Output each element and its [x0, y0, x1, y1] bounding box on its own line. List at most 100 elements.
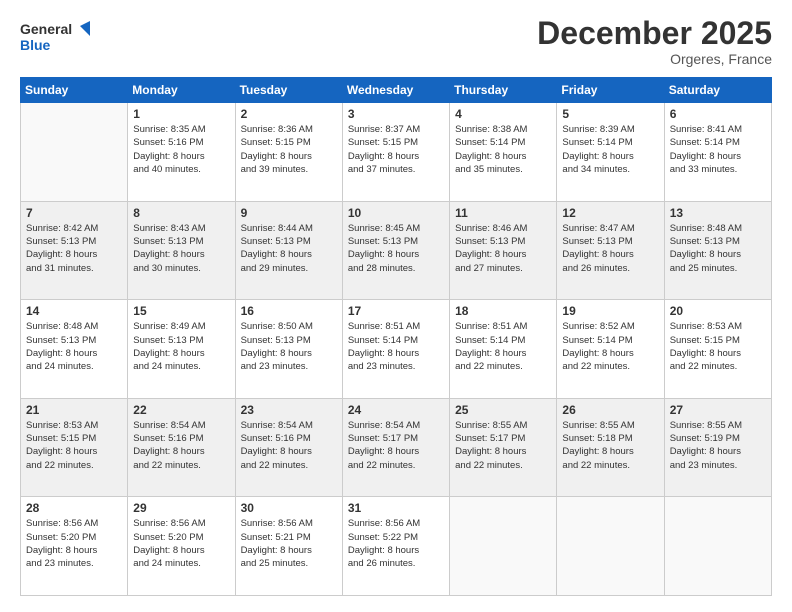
day-info: Sunrise: 8:49 AMSunset: 5:13 PMDaylight:… [133, 320, 229, 373]
day-info: Sunrise: 8:54 AMSunset: 5:17 PMDaylight:… [348, 419, 444, 472]
table-row [557, 497, 664, 596]
day-number: 16 [241, 304, 337, 318]
calendar-header-row: Sunday Monday Tuesday Wednesday Thursday… [21, 78, 772, 103]
day-number: 26 [562, 403, 658, 417]
svg-text:General: General [20, 21, 72, 37]
table-row: 12Sunrise: 8:47 AMSunset: 5:13 PMDayligh… [557, 201, 664, 300]
table-row: 10 Sunrise: 8:45 AMSunset: 5:13 PMDayligh… [342, 201, 449, 300]
day-info: Sunrise: 8:39 AMSunset: 5:14 PMDaylight:… [562, 123, 658, 176]
day-number: 1 [133, 107, 229, 121]
table-row: 9 Sunrise: 8:44 AMSunset: 5:13 PMDaylight… [235, 201, 342, 300]
table-row: 16 Sunrise: 8:50 AMSunset: 5:13 PMDayligh… [235, 300, 342, 399]
day-number: 14 [26, 304, 122, 318]
table-row: 2Sunrise: 8:36 AMSunset: 5:15 PMDaylight… [235, 103, 342, 202]
day-number: 24 [348, 403, 444, 417]
page: General Blue December 2025 Orgeres, Fran… [0, 0, 792, 612]
calendar-week-row: 1 Sunrise: 8:35 AMSunset: 5:16 PMDaylight… [21, 103, 772, 202]
table-row: 29Sunrise: 8:56 AMSunset: 5:20 PMDayligh… [128, 497, 235, 596]
day-number: 27 [670, 403, 766, 417]
svg-text:Blue: Blue [20, 37, 51, 53]
day-info: Sunrise: 8:37 AMSunset: 5:15 PMDaylight:… [348, 123, 444, 176]
day-number: 25 [455, 403, 551, 417]
table-row [21, 103, 128, 202]
table-row: 18 Sunrise: 8:51 AMSunset: 5:14 PMDayligh… [450, 300, 557, 399]
day-info: Sunrise: 8:54 AMSunset: 5:16 PMDaylight:… [133, 419, 229, 472]
day-number: 13 [670, 206, 766, 220]
day-number: 6 [670, 107, 766, 121]
col-tuesday: Tuesday [235, 78, 342, 103]
table-row: 1 Sunrise: 8:35 AMSunset: 5:16 PMDaylight… [128, 103, 235, 202]
table-row: 5Sunrise: 8:39 AMSunset: 5:14 PMDaylight… [557, 103, 664, 202]
col-thursday: Thursday [450, 78, 557, 103]
day-info: Sunrise: 8:55 AMSunset: 5:18 PMDaylight:… [562, 419, 658, 472]
table-row: 25 Sunrise: 8:55 AMSunset: 5:17 PMDayligh… [450, 398, 557, 497]
day-info: Sunrise: 8:44 AMSunset: 5:13 PMDaylight:… [241, 222, 337, 275]
day-number: 22 [133, 403, 229, 417]
col-monday: Monday [128, 78, 235, 103]
day-info: Sunrise: 8:35 AMSunset: 5:16 PMDaylight:… [133, 123, 229, 176]
calendar-week-row: 21Sunrise: 8:53 AMSunset: 5:15 PMDayligh… [21, 398, 772, 497]
day-number: 7 [26, 206, 122, 220]
col-friday: Friday [557, 78, 664, 103]
day-info: Sunrise: 8:55 AMSunset: 5:19 PMDaylight:… [670, 419, 766, 472]
day-number: 9 [241, 206, 337, 220]
day-info: Sunrise: 8:48 AMSunset: 5:13 PMDaylight:… [670, 222, 766, 275]
day-info: Sunrise: 8:50 AMSunset: 5:13 PMDaylight:… [241, 320, 337, 373]
table-row: 3 Sunrise: 8:37 AMSunset: 5:15 PMDaylight… [342, 103, 449, 202]
day-info: Sunrise: 8:45 AMSunset: 5:13 PMDaylight:… [348, 222, 444, 275]
day-number: 15 [133, 304, 229, 318]
calendar-week-row: 14 Sunrise: 8:48 AMSunset: 5:13 PMDayligh… [21, 300, 772, 399]
day-info: Sunrise: 8:52 AMSunset: 5:14 PMDaylight:… [562, 320, 658, 373]
day-info: Sunrise: 8:42 AMSunset: 5:13 PMDaylight:… [26, 222, 122, 275]
table-row: 19Sunrise: 8:52 AMSunset: 5:14 PMDayligh… [557, 300, 664, 399]
table-row: 28 Sunrise: 8:56 AMSunset: 5:20 PMDayligh… [21, 497, 128, 596]
day-info: Sunrise: 8:41 AMSunset: 5:14 PMDaylight:… [670, 123, 766, 176]
day-number: 28 [26, 501, 122, 515]
day-number: 31 [348, 501, 444, 515]
table-row: 8 Sunrise: 8:43 AMSunset: 5:13 PMDaylight… [128, 201, 235, 300]
day-info: Sunrise: 8:56 AMSunset: 5:20 PMDaylight:… [26, 517, 122, 570]
table-row: 20Sunrise: 8:53 AMSunset: 5:15 PMDayligh… [664, 300, 771, 399]
table-row: 27 Sunrise: 8:55 AMSunset: 5:19 PMDayligh… [664, 398, 771, 497]
table-row: 7 Sunrise: 8:42 AMSunset: 5:13 PMDaylight… [21, 201, 128, 300]
day-number: 29 [133, 501, 229, 515]
table-row: 11 Sunrise: 8:46 AMSunset: 5:13 PMDayligh… [450, 201, 557, 300]
table-row: 22 Sunrise: 8:54 AMSunset: 5:16 PMDayligh… [128, 398, 235, 497]
day-info: Sunrise: 8:51 AMSunset: 5:14 PMDaylight:… [455, 320, 551, 373]
calendar-table: Sunday Monday Tuesday Wednesday Thursday… [20, 77, 772, 596]
table-row: 15 Sunrise: 8:49 AMSunset: 5:13 PMDayligh… [128, 300, 235, 399]
table-row: 6 Sunrise: 8:41 AMSunset: 5:14 PMDaylight… [664, 103, 771, 202]
day-number: 18 [455, 304, 551, 318]
day-info: Sunrise: 8:53 AMSunset: 5:15 PMDaylight:… [670, 320, 766, 373]
month-title: December 2025 [537, 16, 772, 51]
day-info: Sunrise: 8:46 AMSunset: 5:13 PMDaylight:… [455, 222, 551, 275]
day-number: 10 [348, 206, 444, 220]
table-row: 21Sunrise: 8:53 AMSunset: 5:15 PMDayligh… [21, 398, 128, 497]
day-number: 12 [562, 206, 658, 220]
day-info: Sunrise: 8:55 AMSunset: 5:17 PMDaylight:… [455, 419, 551, 472]
title-section: December 2025 Orgeres, France [537, 16, 772, 67]
day-number: 11 [455, 206, 551, 220]
table-row: 17Sunrise: 8:51 AMSunset: 5:14 PMDayligh… [342, 300, 449, 399]
day-number: 8 [133, 206, 229, 220]
day-number: 3 [348, 107, 444, 121]
day-info: Sunrise: 8:43 AMSunset: 5:13 PMDaylight:… [133, 222, 229, 275]
table-row: 13 Sunrise: 8:48 AMSunset: 5:13 PMDayligh… [664, 201, 771, 300]
day-info: Sunrise: 8:38 AMSunset: 5:14 PMDaylight:… [455, 123, 551, 176]
col-sunday: Sunday [21, 78, 128, 103]
table-row: 30Sunrise: 8:56 AMSunset: 5:21 PMDayligh… [235, 497, 342, 596]
calendar-week-row: 28 Sunrise: 8:56 AMSunset: 5:20 PMDayligh… [21, 497, 772, 596]
table-row: 14 Sunrise: 8:48 AMSunset: 5:13 PMDayligh… [21, 300, 128, 399]
day-info: Sunrise: 8:36 AMSunset: 5:15 PMDaylight:… [241, 123, 337, 176]
day-info: Sunrise: 8:56 AMSunset: 5:22 PMDaylight:… [348, 517, 444, 570]
col-saturday: Saturday [664, 78, 771, 103]
day-number: 21 [26, 403, 122, 417]
header: General Blue December 2025 Orgeres, Fran… [20, 16, 772, 67]
day-number: 4 [455, 107, 551, 121]
day-info: Sunrise: 8:48 AMSunset: 5:13 PMDaylight:… [26, 320, 122, 373]
day-info: Sunrise: 8:51 AMSunset: 5:14 PMDaylight:… [348, 320, 444, 373]
table-row: 24 Sunrise: 8:54 AMSunset: 5:17 PMDayligh… [342, 398, 449, 497]
col-wednesday: Wednesday [342, 78, 449, 103]
table-row [664, 497, 771, 596]
table-row: 31 Sunrise: 8:56 AMSunset: 5:22 PMDayligh… [342, 497, 449, 596]
